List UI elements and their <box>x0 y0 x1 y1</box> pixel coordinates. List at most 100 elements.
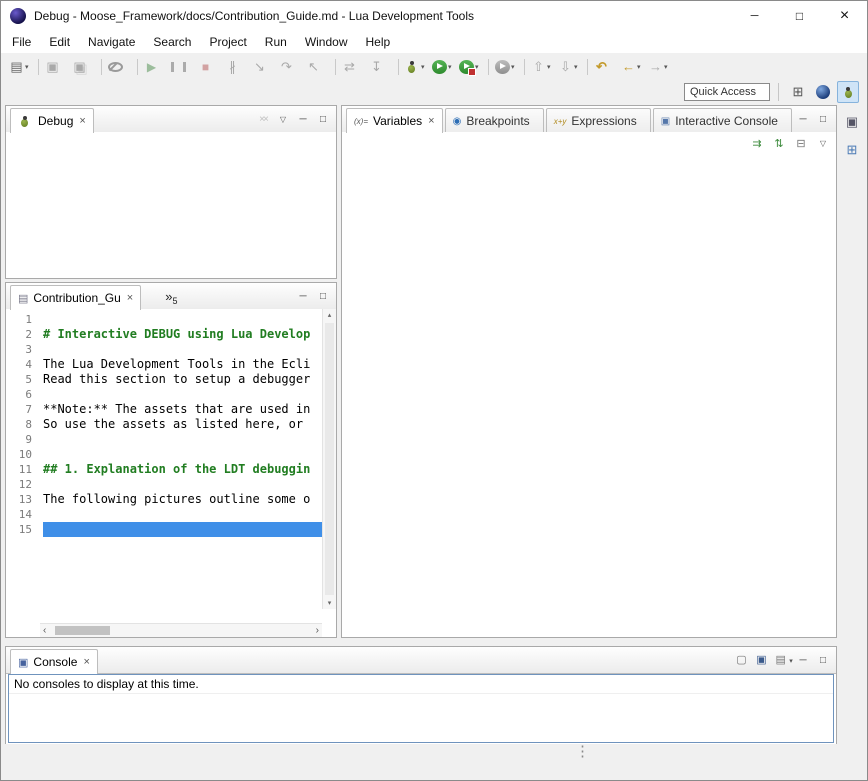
horizontal-scrollbar[interactable]: ‹ › <box>40 623 322 637</box>
close-tab-icon[interactable]: × <box>79 115 85 127</box>
minimize-view-button[interactable]: ─ <box>794 111 812 128</box>
editor-line[interactable]: 7 **Note:** The assets that are used in <box>6 402 322 417</box>
minimize-view-button[interactable]: ─ <box>294 111 312 128</box>
display-selected-console-button[interactable]: ▣ <box>754 652 772 669</box>
line-number: 14 <box>6 507 40 522</box>
editor-line[interactable]: 13 The following pictures outline some o <box>6 492 322 507</box>
coverage-button[interactable]: ▾ <box>457 56 484 78</box>
show-logical-structures-button[interactable]: ⇉ <box>748 136 766 153</box>
menu-run[interactable]: Run <box>256 32 296 52</box>
window-titlebar: Debug - Moose_Framework/docs/Contributio… <box>1 1 867 31</box>
menu-file[interactable]: File <box>3 32 40 52</box>
next-annotation-button[interactable]: ⇩ ▾ <box>556 56 583 78</box>
suspend-button[interactable] <box>169 56 196 78</box>
view-menu-button[interactable]: ▽ <box>814 136 832 153</box>
collapse-all-button[interactable]: ⊟ <box>792 136 810 153</box>
line-number: 4 <box>6 357 40 372</box>
editor-line[interactable]: 2 # Interactive DEBUG using Lua Develop <box>6 327 322 342</box>
save-button[interactable]: ▣ <box>43 56 70 78</box>
vertical-scrollbar[interactable]: ▴ ▾ <box>322 309 336 609</box>
step-into-button[interactable]: ↘ <box>250 56 277 78</box>
editor-tab-overflow-chevron[interactable]: » 5 <box>159 287 183 309</box>
step-over-button[interactable]: ↷ <box>277 56 304 78</box>
editor-line[interactable]: 3 <box>6 342 322 357</box>
editor-text-area[interactable]: 1 2 # Interactive DEBUG using Lua Develo… <box>6 309 336 623</box>
variables-layout-button[interactable]: ⇅ <box>770 136 788 153</box>
open-console-page-button[interactable]: ▢ <box>734 652 752 669</box>
open-perspective-button[interactable]: ⊞ <box>787 81 809 103</box>
editor-line[interactable]: 12 <box>6 477 322 492</box>
fast-view-button-2[interactable]: ⊞ <box>841 139 863 161</box>
menu-help[interactable]: Help <box>357 32 400 52</box>
window-minimize-button[interactable]: ─ <box>732 1 777 31</box>
disconnect-button[interactable]: ∦ <box>223 56 250 78</box>
editor-line[interactable]: 14 <box>6 507 322 522</box>
maximize-view-button[interactable]: □ <box>314 288 332 305</box>
terminate-button[interactable]: ■ <box>196 56 223 78</box>
scroll-up-icon[interactable]: ▴ <box>323 311 336 319</box>
variables-view-panel: (x)= Variables × ◉ Breakpoints x+y Expre… <box>341 105 837 638</box>
menu-search[interactable]: Search <box>144 32 200 52</box>
remove-terminated-button[interactable]: ×× <box>254 111 272 128</box>
open-console-button[interactable]: ▤ ▾ <box>774 652 792 669</box>
forward-button[interactable]: → ▾ <box>646 56 673 78</box>
tab-expressions[interactable]: x+y Expressions <box>546 108 651 133</box>
editor-line[interactable]: 11 ## 1. Explanation of the LDT debuggin <box>6 462 322 477</box>
step-return-button[interactable]: ↖ <box>304 56 331 78</box>
close-tab-icon[interactable]: × <box>127 292 133 304</box>
last-edit-location-button[interactable]: ↶ <box>592 56 619 78</box>
scroll-right-icon[interactable]: › <box>316 624 319 637</box>
save-all-button[interactable]: ▣ <box>70 56 97 78</box>
close-tab-icon[interactable]: × <box>428 115 434 127</box>
tab-console[interactable]: ▣ Console × <box>10 649 98 674</box>
vertical-scroll-thumb[interactable] <box>325 323 334 595</box>
editor-line[interactable]: 15 <box>6 522 322 537</box>
skip-all-breakpoints-button[interactable] <box>106 56 133 78</box>
maximize-view-button[interactable]: □ <box>814 652 832 669</box>
scroll-down-icon[interactable]: ▾ <box>323 599 336 607</box>
tab-contribution-guide[interactable]: ▤ Contribution_Gu × <box>10 285 141 310</box>
console-view-header: ▣ Console × ▢ ▣ ▤ ▾ <box>6 647 836 674</box>
editor-line[interactable]: 1 <box>6 312 322 327</box>
resume-button[interactable]: ▶ <box>142 56 169 78</box>
new-button[interactable]: ▤ ▾ <box>7 56 34 78</box>
fast-view-button-1[interactable]: ▣ <box>841 111 863 133</box>
menu-navigate[interactable]: Navigate <box>79 32 144 52</box>
editor-line[interactable]: 5 Read this section to setup a debugger <box>6 372 322 387</box>
debug-button[interactable]: ▾ <box>403 56 430 78</box>
close-tab-icon[interactable]: × <box>83 656 89 668</box>
external-tools-button[interactable]: ▾ <box>493 56 520 78</box>
horizontal-scroll-thumb[interactable] <box>55 626 110 635</box>
ldt-perspective-button[interactable] <box>812 81 834 103</box>
debug-perspective-button[interactable] <box>837 81 859 103</box>
editor-line[interactable]: 8 So use the assets as listed here, or <box>6 417 322 432</box>
minimized-views-bar: ▣ ⊞ <box>837 105 867 746</box>
drop-to-frame-button[interactable]: ↧ <box>367 56 394 78</box>
maximize-view-button[interactable]: □ <box>314 111 332 128</box>
menu-edit[interactable]: Edit <box>40 32 79 52</box>
editor-line[interactable]: 10 <box>6 447 322 462</box>
window-close-button[interactable]: × <box>822 1 867 31</box>
editor-line[interactable]: 6 <box>6 387 322 402</box>
tab-interactive-console[interactable]: ▣ Interactive Console <box>653 108 792 133</box>
previous-annotation-button[interactable]: ⇧ ▾ <box>529 56 556 78</box>
editor-line[interactable]: 9 <box>6 432 322 447</box>
line-number: 11 <box>6 462 40 477</box>
tab-variables[interactable]: (x)= Variables × <box>346 108 443 133</box>
view-menu-button[interactable]: ▽ <box>274 111 292 128</box>
window-maximize-button[interactable]: □ <box>777 1 822 31</box>
quick-access-input[interactable] <box>684 83 770 101</box>
editor-line[interactable]: 4 The Lua Development Tools in the Ecli <box>6 357 322 372</box>
minimize-view-button[interactable]: ─ <box>294 288 312 305</box>
maximize-view-button[interactable]: □ <box>814 111 832 128</box>
minimize-view-button[interactable]: ─ <box>794 652 812 669</box>
menu-project[interactable]: Project <box>200 32 255 52</box>
sash-handle-icon[interactable]: ⋮ <box>575 744 590 761</box>
menu-window[interactable]: Window <box>296 32 357 52</box>
tab-debug[interactable]: Debug × <box>10 108 94 133</box>
back-button[interactable]: ← ▾ <box>619 56 646 78</box>
scroll-left-icon[interactable]: ‹ <box>43 624 46 637</box>
use-step-filters-button[interactable]: ⇄ <box>340 56 367 78</box>
run-button[interactable]: ▾ <box>430 56 457 78</box>
tab-breakpoints[interactable]: ◉ Breakpoints <box>445 108 544 133</box>
